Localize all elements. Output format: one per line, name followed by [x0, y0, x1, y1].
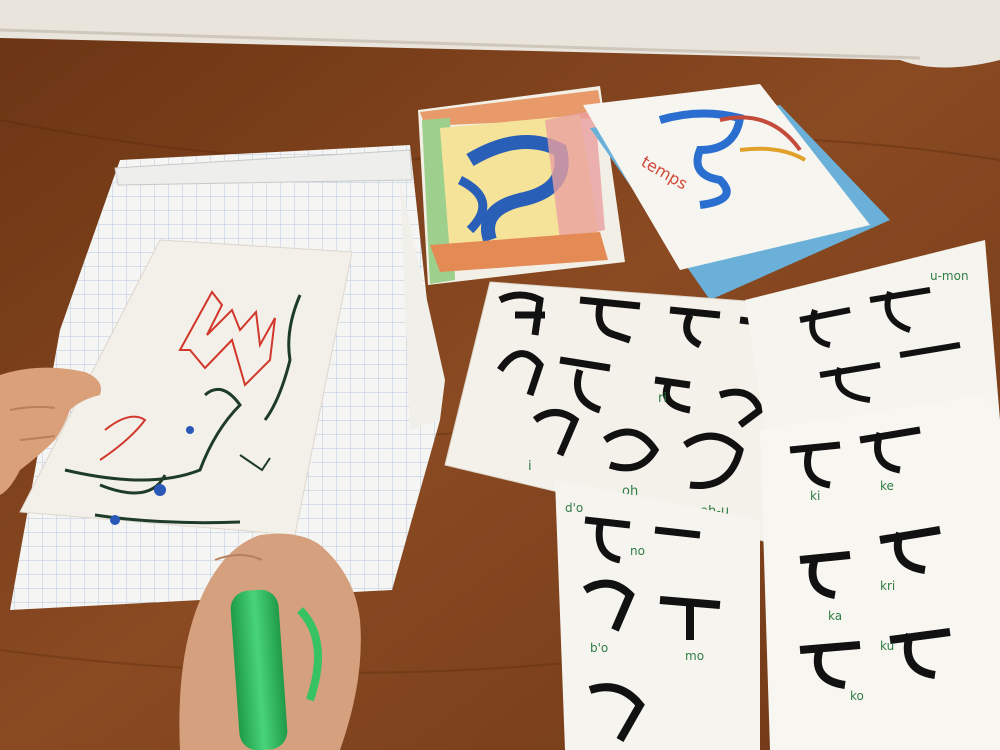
- bengali-consonant-card-bottom-right: ki ke kri ku ka ko: [760, 395, 1000, 750]
- label-ko: ko: [850, 689, 864, 703]
- label-u-mon: u-mon: [930, 269, 969, 283]
- scene-illustration: temps i ri e oh oh-u u-mon d'o: [0, 0, 1000, 750]
- label-no: no: [630, 544, 645, 558]
- label-ka: ka: [828, 609, 842, 623]
- label-do: d'o: [565, 501, 583, 515]
- label-ri: ri: [658, 391, 667, 406]
- photo-scene: temps i ri e oh oh-u u-mon d'o: [0, 0, 1000, 750]
- label-bo: b'o: [590, 641, 608, 655]
- label-ku: ku: [880, 639, 894, 653]
- label-ki: ki: [810, 489, 820, 503]
- label-kri: kri: [880, 579, 895, 593]
- label-i: i: [528, 459, 532, 474]
- label-ke: ke: [880, 479, 894, 493]
- label-mo: mo: [685, 649, 704, 663]
- bengali-consonant-card-bottom-left: d'o no b'o mo: [555, 480, 760, 750]
